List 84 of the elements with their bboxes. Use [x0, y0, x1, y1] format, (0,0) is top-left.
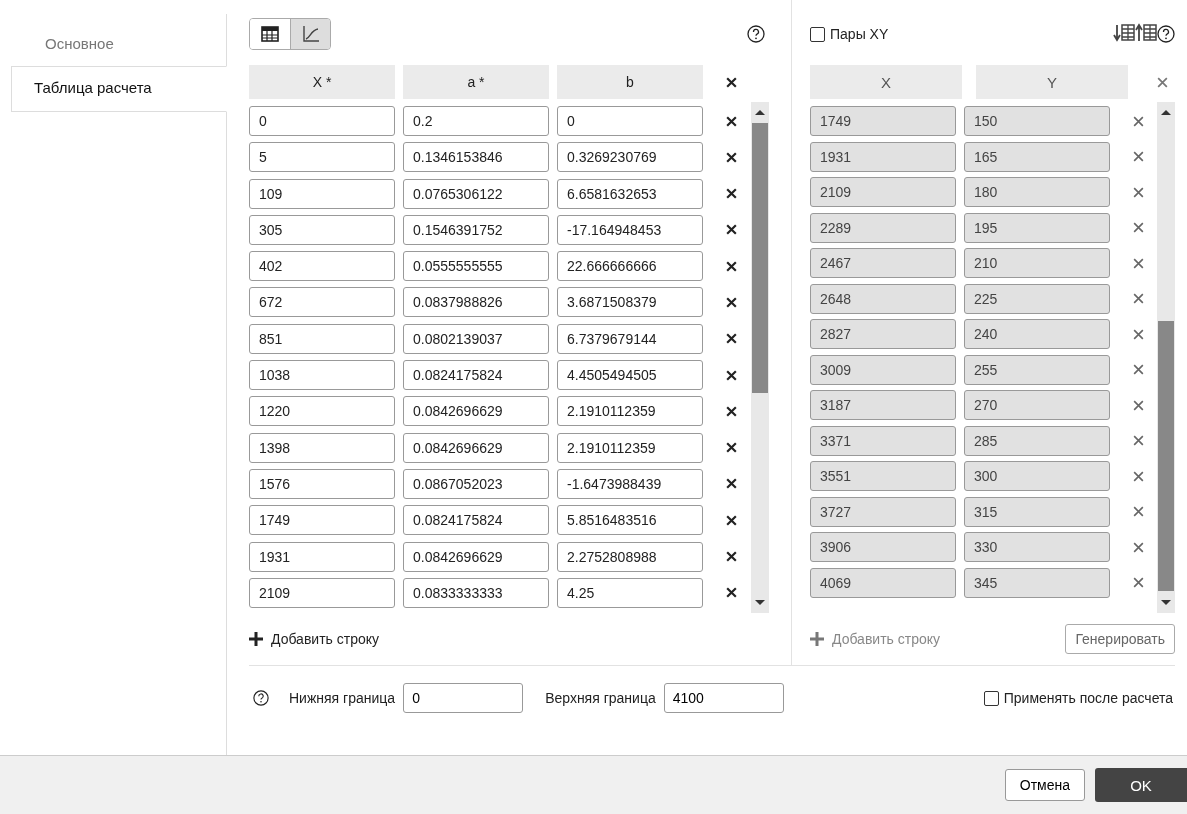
cell-input[interactable]: 1038: [249, 360, 395, 391]
cell-input[interactable]: 1931: [249, 541, 395, 572]
column-header: X *: [249, 65, 395, 99]
cell-input[interactable]: 0.0555555555: [403, 251, 549, 282]
column-header: b: [557, 65, 703, 99]
plus-icon: [249, 632, 263, 646]
delete-row-icon[interactable]: [725, 223, 738, 237]
cell-input[interactable]: 1398: [249, 432, 395, 463]
cell-input[interactable]: 22.666666666: [557, 251, 703, 282]
cell-input[interactable]: 0.1546391752: [403, 214, 549, 245]
cell-input[interactable]: 0.0842696629: [403, 396, 549, 427]
delete-row-icon[interactable]: [725, 441, 738, 455]
delete-row-icon[interactable]: [725, 513, 738, 527]
cell-input[interactable]: 0: [557, 106, 703, 136]
cell-input[interactable]: 2.1910112359: [557, 432, 703, 463]
cell-input[interactable]: 0.0833333333: [403, 577, 549, 608]
cell-input[interactable]: 2.1910112359: [557, 396, 703, 427]
upper-bound-label: Верхняя граница: [545, 690, 656, 706]
plus-icon: [810, 632, 824, 646]
help-icon[interactable]: [1157, 24, 1175, 43]
cell-input[interactable]: 4.25: [557, 577, 703, 608]
line-chart-icon: [301, 25, 320, 43]
cell-input[interactable]: 109: [249, 178, 395, 209]
add-row-button[interactable]: Добавить строку: [249, 631, 380, 647]
column-header: X: [810, 65, 962, 99]
insert-below-icon[interactable]: [1113, 22, 1135, 43]
cell-input[interactable]: 1749: [249, 505, 395, 536]
cell-input[interactable]: 5: [249, 142, 395, 173]
scrollbar[interactable]: [1157, 102, 1175, 613]
cell-input[interactable]: 2109: [249, 577, 395, 608]
cell-input[interactable]: 0.0842696629: [403, 541, 549, 572]
cell-input[interactable]: -1.6473988439: [557, 468, 703, 499]
lower-bound-field[interactable]: 0: [403, 683, 524, 713]
delete-row-icon[interactable]: [725, 368, 738, 382]
cell-input[interactable]: 0.0842696629: [403, 432, 549, 463]
cell-input[interactable]: 0.0867052023: [403, 468, 549, 499]
cell-input[interactable]: 0.3269230769: [557, 142, 703, 173]
cell-input[interactable]: 0.1346153846: [403, 142, 549, 173]
cell-input[interactable]: 5.8516483516: [557, 505, 703, 536]
cell-input[interactable]: 0.0824175824: [403, 360, 549, 391]
cell-input[interactable]: 4.4505494505: [557, 360, 703, 391]
chart-view-button[interactable]: [290, 19, 330, 49]
cell-input[interactable]: 0: [249, 106, 395, 136]
delete-row-icon[interactable]: [725, 477, 738, 491]
grid-icon: [261, 26, 279, 42]
apply-checkbox[interactable]: Применять после расчета: [983, 690, 1173, 706]
cancel-button[interactable]: Отмена: [1004, 769, 1085, 801]
delete-row-icon[interactable]: [725, 259, 738, 273]
delete-row-icon[interactable]: [725, 187, 738, 201]
cell-input[interactable]: 6.7379679144: [557, 323, 703, 354]
cell-input[interactable]: 2.2752808988: [557, 541, 703, 572]
delete-row-icon[interactable]: [725, 332, 738, 346]
cell-input[interactable]: 3.6871508379: [557, 287, 703, 318]
cell-input[interactable]: 672: [249, 287, 395, 318]
cell-input[interactable]: 0.2: [403, 106, 549, 136]
cell-input[interactable]: 305: [249, 214, 395, 245]
ok-button[interactable]: OK: [1095, 768, 1187, 802]
upper-bound-field[interactable]: 4100: [663, 683, 784, 713]
cell-input[interactable]: 0.0802139037: [403, 323, 549, 354]
delete-row-icon[interactable]: [725, 114, 738, 128]
scrollbar[interactable]: [751, 102, 769, 613]
sidebar-tab[interactable]: Основное: [11, 22, 227, 66]
delete-row-icon[interactable]: [725, 150, 738, 164]
delete-row-icon[interactable]: [725, 404, 738, 418]
help-icon[interactable]: [747, 25, 765, 43]
cell-input[interactable]: -17.164948453: [557, 214, 703, 245]
delete-row-icon[interactable]: [725, 550, 738, 564]
cell-input[interactable]: 0.0837988826: [403, 287, 549, 318]
cell-input[interactable]: 0.0824175824: [403, 505, 549, 536]
cell-input[interactable]: 851: [249, 323, 395, 354]
cell-input[interactable]: 0.0765306122: [403, 178, 549, 209]
delete-row-icon[interactable]: [725, 586, 738, 600]
lower-bound-label: Нижняя граница: [289, 690, 396, 706]
cell-input[interactable]: 1220: [249, 396, 395, 427]
close-icon[interactable]: [725, 75, 738, 89]
column-header: a *: [403, 65, 549, 99]
cell-input[interactable]: 6.6581632653: [557, 178, 703, 209]
delete-row-icon[interactable]: [725, 296, 738, 309]
insert-above-icon[interactable]: [1135, 22, 1157, 43]
sidebar-tab[interactable]: Таблица расчета: [11, 66, 227, 112]
column-header: Y: [976, 65, 1128, 99]
help-icon[interactable]: [253, 690, 269, 706]
cell-input[interactable]: 402: [249, 251, 395, 282]
cell-input[interactable]: 1576: [249, 468, 395, 499]
